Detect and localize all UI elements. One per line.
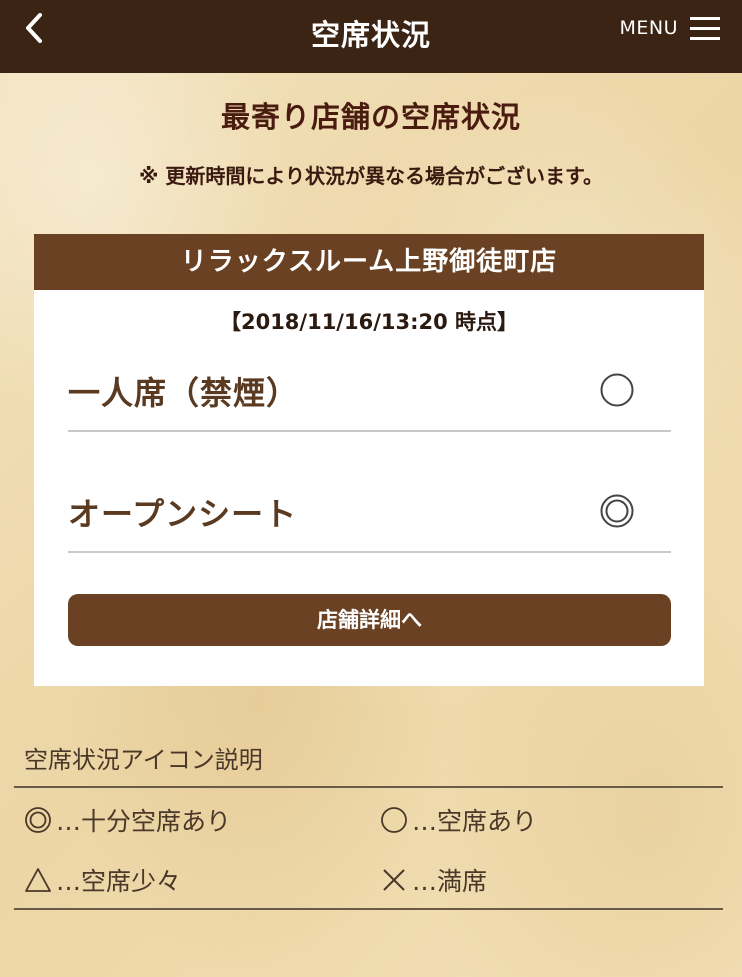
- double-circle-icon: [600, 494, 634, 528]
- cross-icon: [383, 869, 405, 891]
- legend-divider-top: [14, 786, 723, 788]
- legend-item-available: …空席あり: [380, 802, 537, 838]
- legend-label: …十分空席あり: [56, 807, 232, 836]
- legend-title: 空席状況アイコン説明: [24, 746, 263, 774]
- legend-label: …空席あり: [412, 807, 538, 836]
- legend-item-full: …満席: [380, 862, 487, 898]
- store-detail-button[interactable]: 店舗詳細へ: [68, 594, 671, 646]
- legend-item-plenty: …十分空席あり: [24, 802, 231, 838]
- seat-row-open: オープンシート: [68, 477, 671, 553]
- menu-button[interactable]: MENU: [619, 10, 720, 46]
- triangle-icon: [25, 868, 51, 892]
- seat-name: オープンシート: [68, 495, 298, 533]
- seat-name: 一人席（禁煙）: [68, 374, 300, 412]
- legend-divider-bottom: [14, 908, 723, 910]
- store-name: リラックスルーム上野御徒町店: [34, 234, 704, 290]
- legend-item-few: …空席少々: [24, 862, 181, 898]
- store-card: リラックスルーム上野御徒町店 【2018/11/16/13:20 時点】 一人席…: [34, 234, 704, 686]
- double-circle-icon: [25, 807, 51, 833]
- update-timestamp: 【2018/11/16/13:20 時点】: [219, 310, 519, 334]
- legend-label: …空席少々: [56, 867, 182, 896]
- seat-row-single: 一人席（禁煙）: [68, 356, 671, 432]
- single-circle-icon: [381, 807, 407, 833]
- update-notice: ※ 更新時間により状況が異なる場合がございます。: [138, 164, 603, 188]
- legend-label: …満席: [412, 867, 488, 896]
- hamburger-icon: [690, 15, 720, 41]
- top-bar: 空席状況 MENU: [0, 0, 742, 73]
- single-circle-icon: [600, 373, 634, 407]
- menu-label: MENU: [619, 17, 678, 39]
- section-heading: 最寄り店舗の空席状況: [220, 100, 521, 134]
